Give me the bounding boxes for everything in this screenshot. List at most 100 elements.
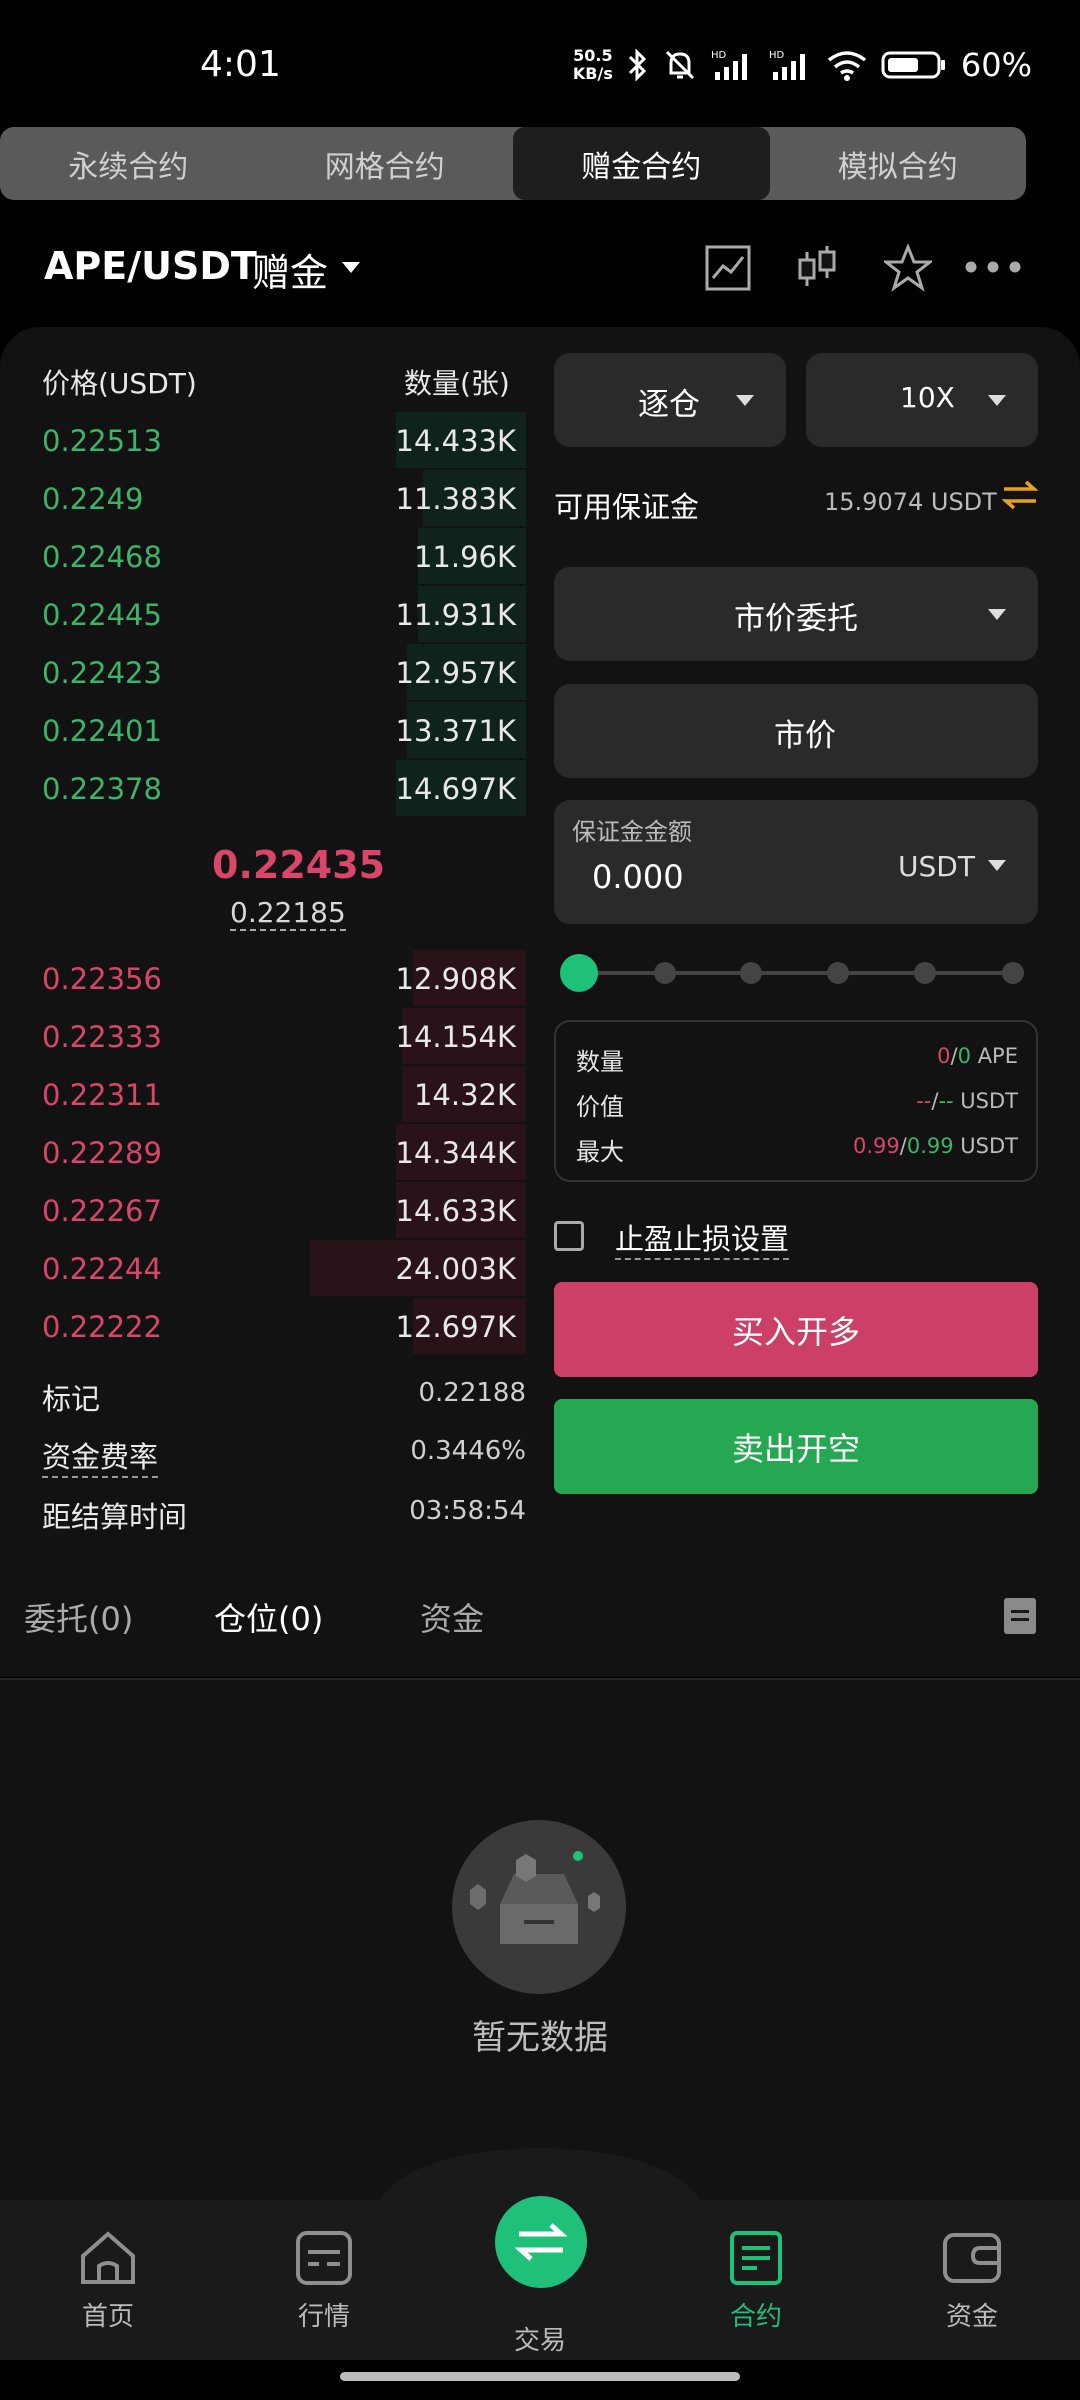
nav-assets-label: 资金 xyxy=(945,2302,998,2332)
document-icon[interactable] xyxy=(1004,1598,1036,1634)
candlestick-icon[interactable] xyxy=(796,244,838,292)
nav-assets[interactable]: 资金 xyxy=(902,2230,1042,2333)
tpsl-label[interactable]: 止盈止损设置 xyxy=(615,1216,790,1260)
nav-market[interactable]: 行情 xyxy=(254,2230,394,2333)
pair-tag[interactable]: 赠金 xyxy=(252,242,328,297)
nav-market-label: 行情 xyxy=(297,2302,350,2332)
slider-step[interactable] xyxy=(914,962,936,984)
row-qty: 11.931K xyxy=(395,598,517,632)
buy-long-button[interactable]: 买入开多 xyxy=(554,1282,1038,1377)
tab-funds[interactable]: 资金 xyxy=(420,1594,484,1640)
tab-demo[interactable]: 模拟合约 xyxy=(770,127,1027,200)
row-price: 0.22423 xyxy=(42,656,162,690)
row-qty: 12.697K xyxy=(395,1310,517,1344)
row-qty: 11.96K xyxy=(413,540,516,574)
ask-row[interactable]: 0.22423 12.957K xyxy=(0,644,540,702)
row-price: 0.22378 xyxy=(42,772,162,806)
bid-row[interactable]: 0.22267 14.633K xyxy=(0,1182,540,1240)
tab-positions[interactable]: 仓位(0) xyxy=(214,1594,323,1640)
row-qty: 24.003K xyxy=(395,1252,517,1286)
row-price: 0.22311 xyxy=(42,1078,162,1112)
leverage-select[interactable]: 10X xyxy=(806,353,1038,447)
ask-row[interactable]: 0.22445 11.931K xyxy=(0,586,540,644)
chevron-down-icon[interactable] xyxy=(342,262,360,273)
amount-unit-select[interactable]: USDT xyxy=(898,850,975,883)
wallet-icon xyxy=(943,2233,1001,2283)
more-icon[interactable] xyxy=(964,260,1022,274)
slider-step[interactable] xyxy=(654,962,676,984)
ask-row[interactable]: 0.22378 14.697K xyxy=(0,760,540,818)
available-margin-value: 15.9074 USDT xyxy=(824,488,997,516)
row-qty: 14.32K xyxy=(413,1078,516,1112)
mark-price[interactable]: 0.22185 xyxy=(230,896,346,931)
slider-step[interactable] xyxy=(740,962,762,984)
margin-amount-input[interactable]: 0.000 xyxy=(592,858,684,896)
nav-home[interactable]: 首页 xyxy=(38,2230,178,2333)
row-price: 0.22445 xyxy=(42,598,162,632)
home-indicator xyxy=(340,2372,740,2381)
signal-icon-2: HD xyxy=(769,50,805,80)
available-margin-label: 可用保证金 xyxy=(554,490,700,524)
status-icons: 50.5 KB/s HD HD 60% xyxy=(573,46,1032,84)
star-icon[interactable] xyxy=(884,244,932,292)
bid-row[interactable]: 0.22222 12.697K xyxy=(0,1298,540,1356)
stat-label[interactable]: 资金费率 xyxy=(42,1434,159,1478)
bid-row[interactable]: 0.22244 24.003K xyxy=(0,1240,540,1298)
pair-selector[interactable]: APE/USDT xyxy=(44,244,257,288)
margin-mode-select[interactable]: 逐仓 xyxy=(554,353,786,447)
contract-icon xyxy=(730,2231,782,2285)
row-price: 0.22333 xyxy=(42,1020,162,1054)
tab-perpetual[interactable]: 永续合约 xyxy=(0,127,257,200)
tpsl-checkbox[interactable] xyxy=(554,1221,584,1251)
tab-bonus[interactable]: 赠金合约 xyxy=(513,127,770,200)
ask-row[interactable]: 0.22513 14.433K xyxy=(0,412,540,470)
transfer-icon[interactable] xyxy=(1002,478,1038,512)
nav-trade-button[interactable] xyxy=(495,2196,587,2288)
row-price: 0.22289 xyxy=(42,1136,162,1170)
sell-short-button[interactable]: 卖出开空 xyxy=(554,1399,1038,1494)
chevron-down-icon xyxy=(988,609,1006,620)
nav-contract[interactable]: 合约 xyxy=(686,2230,826,2333)
row-qty: 11.383K xyxy=(395,482,517,516)
tab-grid[interactable]: 网格合约 xyxy=(257,127,514,200)
slider-step[interactable] xyxy=(827,962,849,984)
price-header: 价格(USDT) xyxy=(42,367,197,400)
margin-amount-field[interactable]: 保证金金额 0.000 USDT xyxy=(554,800,1038,924)
ask-row[interactable]: 0.22401 13.371K xyxy=(0,702,540,760)
info-qty-label: 数量 xyxy=(576,1048,624,1076)
chevron-down-icon xyxy=(736,395,754,406)
nav-trade-label: 交易 xyxy=(513,2326,566,2356)
slider-step[interactable] xyxy=(1002,962,1024,984)
status-time: 4:01 xyxy=(200,44,281,85)
market-price-field[interactable]: 市价 xyxy=(554,684,1038,778)
nav-trade[interactable]: 交易 xyxy=(470,2320,610,2357)
divider xyxy=(0,1678,1080,1680)
pair-header: APE/USDT 赠金 xyxy=(0,230,1080,310)
ask-row[interactable]: 0.2249 11.383K xyxy=(0,470,540,528)
stat-value: 03:58:54 xyxy=(409,1496,526,1526)
row-qty: 13.371K xyxy=(395,714,517,748)
svg-text:HD: HD xyxy=(769,50,785,61)
slider-knob[interactable] xyxy=(560,954,598,992)
row-price: 0.22468 xyxy=(42,540,162,574)
amount-slider-track[interactable] xyxy=(580,971,1014,975)
battery-icon xyxy=(881,51,945,79)
bid-row[interactable]: 0.22289 14.344K xyxy=(0,1124,540,1182)
swap-icon xyxy=(515,2223,567,2261)
bid-row[interactable]: 0.22356 12.908K xyxy=(0,950,540,1008)
tab-orders[interactable]: 委托(0) xyxy=(24,1594,133,1640)
bell-off-icon xyxy=(665,50,694,80)
order-type-select[interactable]: 市价委托 xyxy=(554,567,1038,661)
stat-funding-rate: 资金费率 0.3446% xyxy=(0,1434,540,1484)
row-qty: 12.957K xyxy=(395,656,517,690)
ask-row[interactable]: 0.22468 11.96K xyxy=(0,528,540,586)
row-qty: 14.633K xyxy=(395,1194,517,1228)
chart-icon[interactable] xyxy=(704,244,752,292)
bid-row[interactable]: 0.22311 14.32K xyxy=(0,1066,540,1124)
nav-home-label: 首页 xyxy=(81,2302,134,2332)
bid-row[interactable]: 0.22333 14.154K xyxy=(0,1008,540,1066)
row-price: 0.2249 xyxy=(42,482,144,516)
order-type-value: 市价委托 xyxy=(734,601,858,637)
row-price: 0.22244 xyxy=(42,1252,162,1286)
info-value-label: 价值 xyxy=(576,1093,624,1121)
